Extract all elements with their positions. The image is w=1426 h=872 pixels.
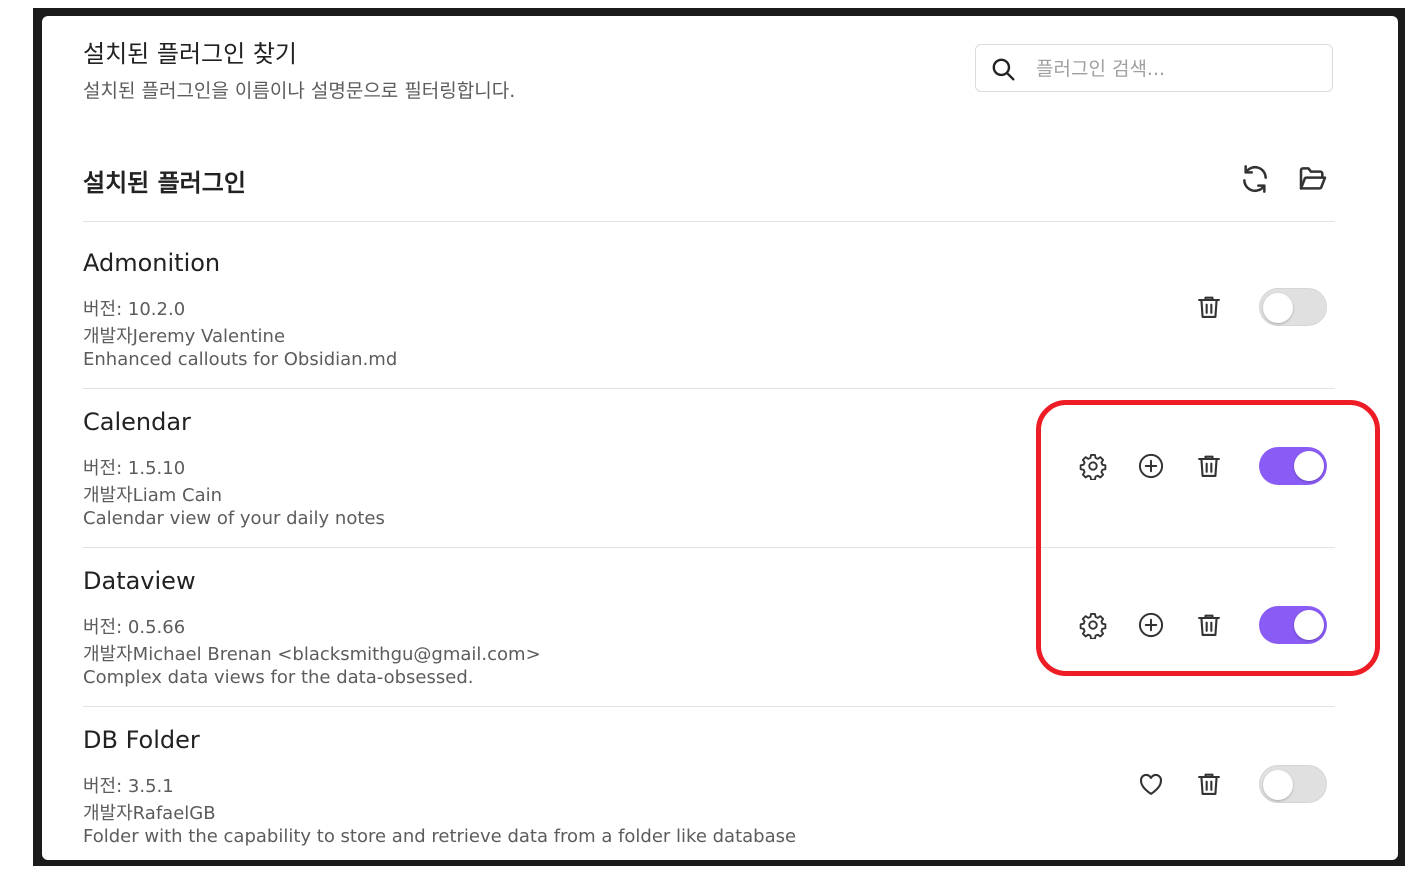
search-input[interactable] — [1034, 53, 1318, 85]
plugin-settings-button[interactable] — [1077, 609, 1109, 641]
plugin-toggle[interactable] — [1259, 765, 1327, 803]
gear-icon — [1079, 453, 1107, 480]
plugin-version: 버전: 1.5.10 — [83, 458, 186, 479]
plugin-actions — [1075, 708, 1335, 860]
plugin-name: Admonition — [83, 249, 221, 277]
toggle-knob — [1294, 610, 1324, 640]
plugin-author: 개발자RafaelGB — [83, 803, 216, 824]
plugin-name: DB Folder — [83, 726, 200, 754]
refresh-icon[interactable] — [1239, 163, 1271, 195]
add-hotkey-button[interactable] — [1135, 450, 1167, 482]
uninstall-button[interactable] — [1193, 768, 1225, 800]
plugin-description: Calendar view of your daily notes — [83, 508, 385, 529]
search-title: 설치된 플러그인 찾기 — [83, 40, 297, 68]
search-header: 설치된 플러그인 찾기 설치된 플러그인을 이름이나 설명문으로 필터링합니다. — [83, 34, 1335, 114]
settings-panel: 설치된 플러그인 찾기 설치된 플러그인을 이름이나 설명문으로 필터링합니다.… — [42, 16, 1398, 860]
trash-icon — [1198, 455, 1220, 477]
uninstall-button[interactable] — [1193, 291, 1225, 323]
plugin-author: 개발자Liam Cain — [83, 485, 223, 506]
search-box[interactable] — [975, 44, 1333, 92]
plugin-version: 버전: 0.5.66 — [83, 617, 186, 638]
plugin-row-admonition: Admonition 버전: 10.2.0 개발자Jeremy Valentin… — [83, 231, 1335, 389]
plugin-description: Folder with the capability to store and … — [83, 826, 797, 847]
plugin-toggle[interactable] — [1259, 606, 1327, 644]
uninstall-button[interactable] — [1193, 450, 1225, 482]
trash-icon — [1198, 773, 1220, 795]
plugin-description: Complex data views for the data-obsessed… — [83, 667, 474, 688]
plus-circle-icon — [1138, 612, 1164, 638]
toggle-knob — [1263, 293, 1293, 323]
folder-open-icon[interactable] — [1297, 163, 1329, 195]
search-description: 설치된 플러그인을 이름이나 설명문으로 필터링합니다. — [83, 80, 516, 102]
trash-icon — [1198, 614, 1220, 636]
plugin-author: 개발자Jeremy Valentine — [83, 326, 286, 347]
trash-icon — [1198, 296, 1220, 318]
plugin-author: 개발자Michael Brenan <blacksmithgu@gmail.co… — [83, 644, 541, 665]
plus-circle-icon — [1138, 453, 1164, 479]
plugin-version: 버전: 10.2.0 — [83, 299, 186, 320]
plugin-actions — [1075, 390, 1335, 547]
plugin-row-dataview: Dataview 버전: 0.5.66 개발자Michael Brenan <b… — [83, 549, 1335, 707]
plugin-settings-button[interactable] — [1077, 450, 1109, 482]
plugin-toggle[interactable] — [1259, 447, 1327, 485]
plugin-toggle[interactable] — [1259, 288, 1327, 326]
plugin-description: Enhanced callouts for Obsidian.md — [83, 349, 398, 370]
section-title: 설치된 플러그인 — [83, 169, 246, 197]
search-icon — [992, 58, 1015, 81]
uninstall-button[interactable] — [1193, 609, 1225, 641]
add-hotkey-button[interactable] — [1135, 609, 1167, 641]
plugin-row-calendar: Calendar 버전: 1.5.10 개발자Liam Cain Calenda… — [83, 390, 1335, 548]
toggle-knob — [1263, 770, 1293, 800]
plugin-actions — [1075, 549, 1335, 706]
donate-button[interactable] — [1135, 768, 1167, 800]
toggle-knob — [1294, 451, 1324, 481]
plugin-name: Calendar — [83, 408, 191, 436]
gear-icon — [1079, 612, 1107, 639]
plugin-row-db-folder: DB Folder 버전: 3.5.1 개발자RafaelGB Folder w… — [83, 708, 1335, 860]
plugin-version: 버전: 3.5.1 — [83, 776, 174, 797]
plugin-actions — [1075, 231, 1335, 388]
heart-icon — [1140, 773, 1162, 795]
installed-plugins-header: 설치된 플러그인 — [83, 161, 1335, 222]
plugin-name: Dataview — [83, 567, 196, 595]
